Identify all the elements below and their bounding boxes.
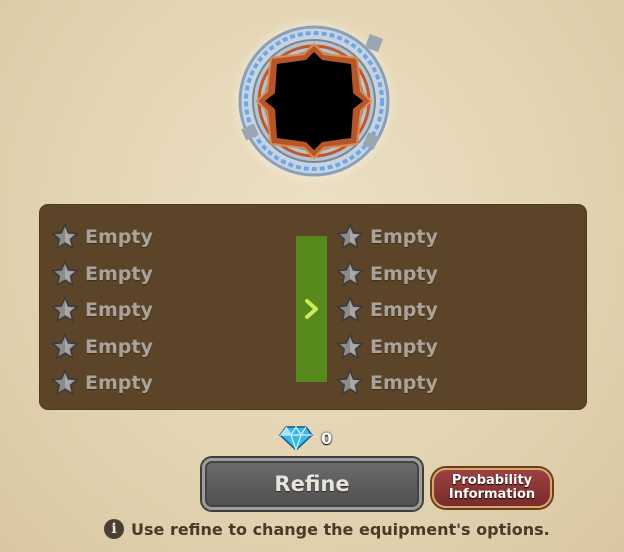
star-icon (336, 259, 364, 287)
option-label: Empty (85, 335, 153, 358)
option-label: Empty (85, 226, 153, 249)
diamond-icon (279, 425, 313, 452)
star-icon (51, 223, 79, 250)
star-icon (51, 296, 79, 323)
new-options-list: Empty Empty Empty Empty Empty (336, 219, 438, 402)
transition-arrow-bar (296, 236, 327, 382)
new-option-3: Empty (336, 292, 438, 329)
star-icon (336, 332, 364, 360)
empty-frame-icon (230, 17, 398, 185)
refine-hint: i Use refine to change the equipment's o… (104, 516, 550, 542)
option-label: Empty (370, 335, 438, 358)
current-option-2: Empty (51, 256, 153, 293)
current-options-list: Empty Empty Empty Empty Empty (51, 219, 153, 402)
new-option-4: Empty (336, 329, 438, 366)
new-option-5: Empty (336, 365, 438, 402)
option-label: Empty (370, 299, 438, 322)
current-option-4: Empty (51, 329, 153, 366)
hint-text: Use refine to change the equipment's opt… (131, 519, 550, 539)
refine-button-label: Refine (274, 472, 350, 496)
option-label: Empty (85, 299, 153, 322)
refine-button[interactable]: Refine (202, 458, 422, 510)
star-icon (336, 223, 364, 250)
current-option-5: Empty (51, 365, 153, 402)
star-icon (336, 296, 364, 323)
chevron-right-icon (304, 299, 318, 319)
cost-amount: 0 (321, 428, 333, 448)
option-label: Empty (85, 262, 153, 285)
star-icon (51, 369, 79, 396)
new-option-2: Empty (336, 256, 438, 293)
star-icon (51, 332, 79, 360)
equipment-slot[interactable] (229, 16, 399, 186)
star-icon (51, 259, 79, 287)
new-option-1: Empty (336, 219, 438, 256)
option-label: Empty (370, 226, 438, 249)
current-option-1: Empty (51, 219, 153, 256)
option-label: Empty (370, 262, 438, 285)
probability-label-line1: Probability (451, 473, 533, 488)
probability-information-button[interactable]: Probability Information (432, 468, 552, 508)
option-label: Empty (370, 372, 438, 395)
refine-cost: 0 (279, 424, 332, 452)
info-icon: i (104, 519, 124, 539)
probability-label-line2: Information (448, 487, 536, 502)
option-label: Empty (85, 372, 153, 395)
current-option-3: Empty (51, 292, 153, 329)
star-icon (336, 369, 364, 396)
options-panel: Empty Empty Empty Empty Empty Empty Empt… (39, 204, 587, 410)
